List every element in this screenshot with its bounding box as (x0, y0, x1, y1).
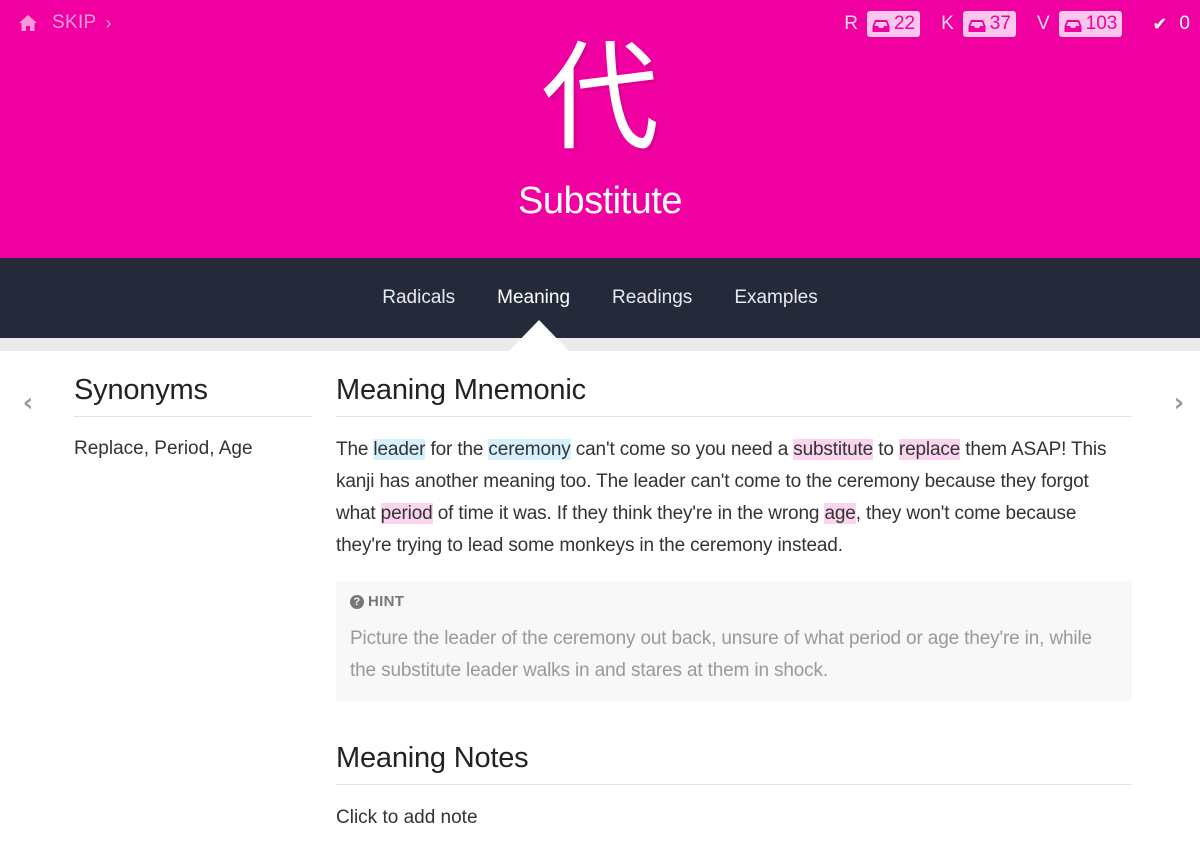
mnemonic-segment: The (336, 439, 374, 460)
active-tab-pointer (509, 320, 569, 351)
tab-radicals[interactable]: Radicals (382, 287, 455, 309)
notes-section: Meaning Notes Click to add note (336, 742, 1132, 829)
kanji-highlight: period (380, 503, 433, 524)
previous-button[interactable]: ‹ (17, 388, 39, 418)
meaning-panel: Meaning Mnemonic The leader for the cere… (336, 374, 1132, 829)
kanji-meaning: Substitute (518, 180, 683, 222)
mnemonic-text: The leader for the ceremony can't come s… (336, 434, 1132, 562)
chevron-left-icon: ‹ (22, 388, 34, 418)
tab-readings[interactable]: Readings (612, 287, 692, 309)
add-note-button[interactable]: Click to add note (336, 807, 1132, 829)
synonyms-panel: Synonyms Replace, Period, Age (74, 374, 312, 460)
mnemonic-segment: can't come so you need a (570, 439, 794, 460)
kanji-highlight: age (824, 503, 856, 524)
mnemonic-segment: for the (425, 439, 489, 460)
kanji-character: 代 (540, 29, 659, 167)
next-button[interactable]: › (1168, 388, 1190, 418)
kanji-highlight: substitute (793, 439, 874, 460)
mnemonic-title: Meaning Mnemonic (336, 374, 1132, 417)
radical-highlight: leader (373, 439, 426, 460)
tab-examples[interactable]: Examples (734, 287, 817, 309)
hint-header: ? HINT (350, 593, 1118, 610)
synonyms-list[interactable]: Replace, Period, Age (74, 438, 312, 460)
kanji-header: SKIP › R 22 K 37 V 103 ✔ 0 代 Substitute (0, 0, 1200, 258)
section-tabs: Radicals Meaning Readings Examples (0, 258, 1200, 338)
question-circle-icon: ? (350, 594, 364, 609)
tab-meaning[interactable]: Meaning (497, 287, 570, 309)
mnemonic-segment: of time it was. If they think they're in… (432, 503, 825, 524)
hint-text: Picture the leader of the ceremony out b… (350, 628, 1092, 681)
hint-label: HINT (368, 593, 405, 610)
radical-highlight: ceremony (488, 439, 571, 460)
mnemonic-segment: to (873, 439, 899, 460)
hint-box: ? HINT Picture the leader of the ceremon… (336, 581, 1132, 701)
nav-divider (0, 338, 1200, 351)
synonyms-title: Synonyms (74, 374, 312, 417)
kanji-highlight: replace (898, 439, 961, 460)
notes-title: Meaning Notes (336, 742, 1132, 785)
chevron-right-icon: › (1173, 388, 1185, 418)
